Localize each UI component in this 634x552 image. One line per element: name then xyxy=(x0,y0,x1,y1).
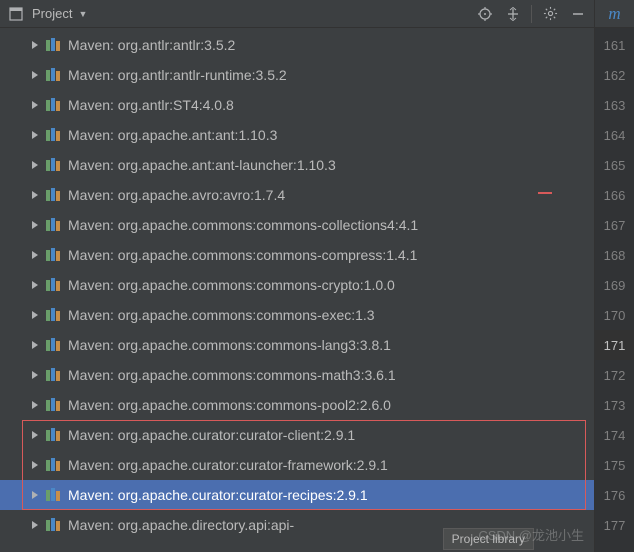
tree-item[interactable]: Maven: org.antlr:antlr:3.5.2 xyxy=(0,30,594,60)
library-icon xyxy=(46,217,62,233)
tree-item[interactable]: Maven: org.apache.commons:commons-pool2:… xyxy=(0,390,594,420)
separator xyxy=(531,5,532,23)
tree-item[interactable]: Maven: org.antlr:antlr-runtime:3.5.2 xyxy=(0,60,594,90)
toolbar: Project ▼ xyxy=(0,0,594,28)
tree-item[interactable]: Maven: org.apache.commons:commons-collec… xyxy=(0,210,594,240)
tree-item[interactable]: Maven: org.antlr:ST4:4.0.8 xyxy=(0,90,594,120)
library-icon xyxy=(46,367,62,383)
dropdown-icon[interactable]: ▼ xyxy=(78,9,87,19)
line-number: 175 xyxy=(595,450,634,480)
line-number: 174 xyxy=(595,420,634,450)
tree-item[interactable]: Maven: org.apache.ant:ant-launcher:1.10.… xyxy=(0,150,594,180)
line-number: 171 xyxy=(595,330,634,360)
line-number: 166 xyxy=(595,180,634,210)
editor-gutter: m 16116216316416516616716816917017117217… xyxy=(594,0,634,552)
tree-item-label: Maven: org.antlr:antlr-runtime:3.5.2 xyxy=(68,67,287,83)
line-number: 173 xyxy=(595,390,634,420)
expand-arrow-icon[interactable] xyxy=(30,160,40,170)
tree-item[interactable]: Maven: org.apache.avro:avro:1.7.4 xyxy=(0,180,594,210)
tree-item-label: Maven: org.apache.commons:commons-exec:1… xyxy=(68,307,375,323)
expand-arrow-icon[interactable] xyxy=(30,310,40,320)
expand-arrow-icon[interactable] xyxy=(30,430,40,440)
project-view-icon[interactable] xyxy=(6,4,26,24)
tree-item[interactable]: Maven: org.apache.curator:curator-recipe… xyxy=(0,480,594,510)
library-icon xyxy=(46,247,62,263)
line-number: 168 xyxy=(595,240,634,270)
tree-item[interactable]: Maven: org.apache.commons:commons-crypto… xyxy=(0,270,594,300)
expand-arrow-icon[interactable] xyxy=(30,520,40,530)
library-icon xyxy=(46,157,62,173)
expand-arrow-icon[interactable] xyxy=(30,280,40,290)
library-icon xyxy=(46,457,62,473)
tree-item-label: Maven: org.apache.commons:commons-collec… xyxy=(68,217,418,233)
library-icon xyxy=(46,397,62,413)
tree-item[interactable]: Maven: org.apache.commons:commons-compre… xyxy=(0,240,594,270)
tree-item-label: Maven: org.apache.ant:ant-launcher:1.10.… xyxy=(68,157,336,173)
line-number: 176 xyxy=(595,480,634,510)
tree-item[interactable]: Maven: org.apache.curator:curator-framew… xyxy=(0,450,594,480)
line-number: 162 xyxy=(595,60,634,90)
tree-item-label: Maven: org.apache.commons:commons-compre… xyxy=(68,247,417,263)
tree-item[interactable]: Maven: org.apache.commons:commons-lang3:… xyxy=(0,330,594,360)
expand-arrow-icon[interactable] xyxy=(30,220,40,230)
expand-arrow-icon[interactable] xyxy=(30,130,40,140)
tree-item-label: Maven: org.apache.ant:ant:1.10.3 xyxy=(68,127,277,143)
library-icon xyxy=(46,517,62,533)
expand-arrow-icon[interactable] xyxy=(30,400,40,410)
locate-icon[interactable] xyxy=(475,4,495,24)
tree-item-label: Maven: org.apache.curator:curator-recipe… xyxy=(68,487,368,503)
line-number: 161 xyxy=(595,30,634,60)
expand-arrow-icon[interactable] xyxy=(30,370,40,380)
tree-item-label: Maven: org.apache.avro:avro:1.7.4 xyxy=(68,187,285,203)
expand-arrow-icon[interactable] xyxy=(30,460,40,470)
tree-item-label: Maven: org.apache.commons:commons-pool2:… xyxy=(68,397,391,413)
project-label[interactable]: Project xyxy=(32,6,72,21)
tree-item[interactable]: Maven: org.apache.commons:commons-exec:1… xyxy=(0,300,594,330)
error-mark xyxy=(538,192,552,194)
library-icon xyxy=(46,37,62,53)
watermark: CSDN @龙池小生 xyxy=(478,525,584,544)
library-icon xyxy=(46,127,62,143)
tree-item-label: Maven: org.apache.commons:commons-math3:… xyxy=(68,367,396,383)
expand-arrow-icon[interactable] xyxy=(30,190,40,200)
tree-item-label: Maven: org.apache.curator:curator-client… xyxy=(68,427,355,443)
line-number: 170 xyxy=(595,300,634,330)
expand-arrow-icon[interactable] xyxy=(30,490,40,500)
expand-arrow-icon[interactable] xyxy=(30,40,40,50)
line-number: 164 xyxy=(595,120,634,150)
tree-item-label: Maven: org.apache.directory.api:api- xyxy=(68,517,294,533)
expand-arrow-icon[interactable] xyxy=(30,250,40,260)
expand-arrow-icon[interactable] xyxy=(30,340,40,350)
line-number: 177 xyxy=(595,510,634,540)
library-icon xyxy=(46,277,62,293)
expand-arrow-icon[interactable] xyxy=(30,70,40,80)
library-icon xyxy=(46,187,62,203)
tree-item-label: Maven: org.apache.curator:curator-framew… xyxy=(68,457,388,473)
library-icon xyxy=(46,337,62,353)
line-number: 165 xyxy=(595,150,634,180)
tree-item[interactable]: Maven: org.apache.ant:ant:1.10.3 xyxy=(0,120,594,150)
library-icon xyxy=(46,307,62,323)
library-icon xyxy=(46,487,62,503)
library-icon xyxy=(46,97,62,113)
tree-item[interactable]: Maven: org.apache.commons:commons-math3:… xyxy=(0,360,594,390)
library-icon xyxy=(46,67,62,83)
expand-arrow-icon[interactable] xyxy=(30,100,40,110)
line-number: 172 xyxy=(595,360,634,390)
maven-tab-icon[interactable]: m xyxy=(595,0,634,28)
tree-item-label: Maven: org.antlr:ST4:4.0.8 xyxy=(68,97,234,113)
tree-item[interactable]: Maven: org.apache.curator:curator-client… xyxy=(0,420,594,450)
hide-icon[interactable] xyxy=(568,4,588,24)
expand-icon[interactable] xyxy=(503,4,523,24)
line-number: 169 xyxy=(595,270,634,300)
tree-item-label: Maven: org.antlr:antlr:3.5.2 xyxy=(68,37,235,53)
line-number: 167 xyxy=(595,210,634,240)
gear-icon[interactable] xyxy=(540,4,560,24)
tree-item-label: Maven: org.apache.commons:commons-crypto… xyxy=(68,277,395,293)
tree-item-label: Maven: org.apache.commons:commons-lang3:… xyxy=(68,337,391,353)
library-icon xyxy=(46,427,62,443)
project-tree[interactable]: Maven: org.antlr:antlr:3.5.2 Maven: org.… xyxy=(0,28,594,552)
line-number: 163 xyxy=(595,90,634,120)
